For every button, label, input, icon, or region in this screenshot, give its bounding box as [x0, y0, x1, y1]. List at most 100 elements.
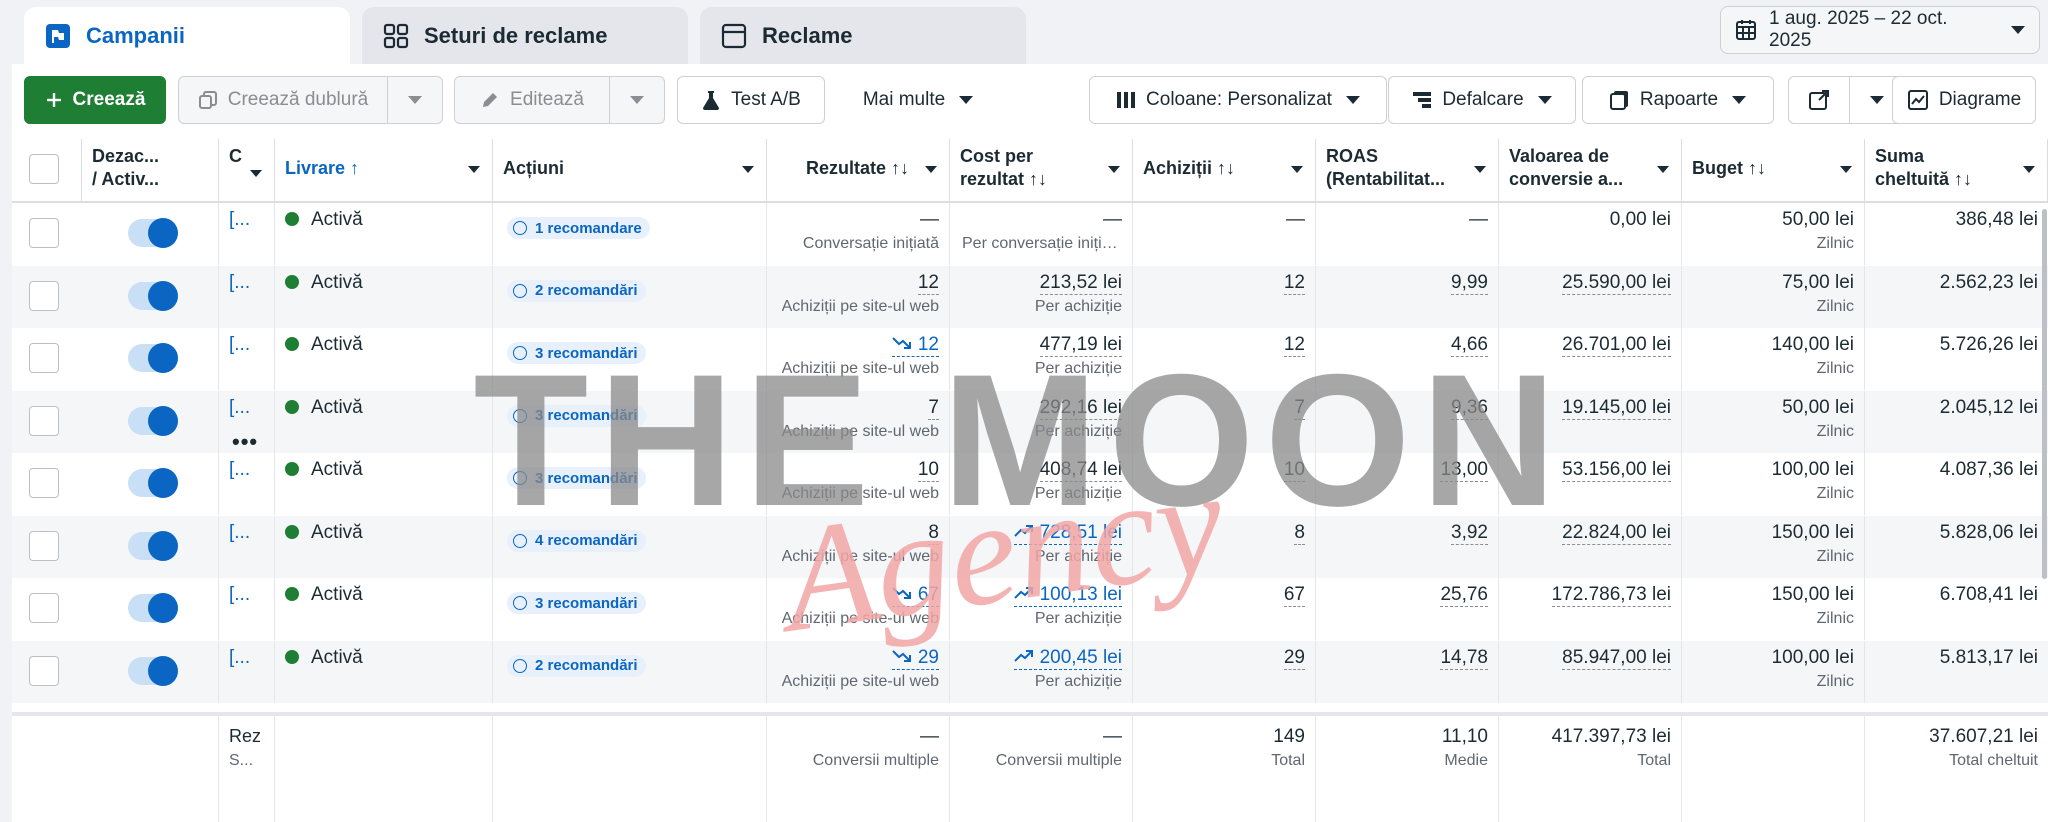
roas-value[interactable]: — — [1469, 209, 1488, 231]
conversion-value[interactable]: 26.701,00 lei — [1562, 334, 1671, 357]
purchases-value[interactable]: 8 — [1294, 522, 1305, 545]
columns-button[interactable]: Coloane: Personalizat — [1089, 76, 1387, 124]
cost-per-result-value[interactable]: 408,74 lei — [1039, 459, 1122, 482]
roas-value[interactable]: 13,00 — [1440, 459, 1488, 482]
row-checkbox[interactable] — [29, 405, 59, 436]
table-row[interactable]: [... Activă 1 recomandare — Conversație iniț… — [12, 203, 2048, 265]
recommendations-badge[interactable]: 3 recomandări — [507, 342, 646, 364]
campaign-toggle[interactable] — [128, 343, 178, 373]
results-value[interactable]: 8 — [928, 522, 939, 545]
table-row[interactable]: [... Activă 3 recomandări 7 Achiziții pe sit… — [12, 390, 2048, 453]
vertical-scrollbar[interactable] — [2042, 209, 2047, 579]
campaign-name-link[interactable]: [... — [229, 209, 250, 231]
budget-value[interactable]: 75,00 lei — [1782, 272, 1854, 294]
recommendations-badge[interactable]: 3 recomandări — [507, 467, 646, 489]
cost-per-result-value[interactable]: — — [1103, 209, 1122, 231]
campaign-toggle[interactable] — [128, 280, 178, 311]
recommendations-badge[interactable]: 1 recomandare — [507, 217, 650, 239]
header-results[interactable]: Rezultate ↑↓ — [767, 139, 950, 201]
conversion-value[interactable]: 0,00 lei — [1610, 209, 1671, 231]
row-options-ellipsis-icon[interactable]: ••• — [232, 429, 258, 455]
recommendations-badge[interactable]: 2 recomandări — [507, 654, 646, 677]
header-roas[interactable]: ROAS (Rentabilitat... — [1316, 139, 1499, 201]
cost-per-result-value[interactable]: 200,45 lei — [1013, 647, 1122, 670]
purchases-value[interactable]: — — [1286, 209, 1305, 231]
results-value[interactable]: — — [920, 209, 939, 231]
campaign-name-link[interactable]: [... — [229, 397, 250, 419]
charts-button[interactable]: Diagrame — [1892, 76, 2036, 124]
duplicate-dropdown-button[interactable] — [387, 76, 443, 124]
budget-value[interactable]: 50,00 lei — [1782, 397, 1854, 419]
tab-ads[interactable]: Reclame — [700, 7, 1026, 65]
reports-button[interactable]: Rapoarte — [1582, 76, 1774, 124]
campaign-toggle[interactable] — [128, 593, 178, 623]
campaign-toggle[interactable] — [128, 218, 178, 248]
campaign-toggle[interactable] — [128, 405, 178, 436]
budget-value[interactable]: 150,00 lei — [1772, 584, 1854, 606]
results-value[interactable]: 10 — [917, 459, 939, 482]
recommendations-badge[interactable]: 3 recomandări — [507, 404, 646, 427]
header-budget[interactable]: Buget ↑↓ — [1682, 139, 1865, 201]
row-checkbox[interactable] — [29, 530, 59, 561]
conversion-value[interactable]: 53.156,00 lei — [1562, 459, 1671, 482]
results-value[interactable]: 12 — [917, 272, 939, 295]
purchases-value[interactable]: 29 — [1283, 647, 1305, 670]
roas-value[interactable]: 4,66 — [1451, 334, 1488, 357]
tab-campaigns[interactable]: Campanii — [24, 7, 350, 65]
table-row[interactable]: [... Activă 2 recomandări 29 Achiziții pe si… — [12, 640, 2048, 703]
cost-per-result-value[interactable]: 728,51 lei — [1013, 522, 1122, 545]
results-value[interactable]: 12 — [891, 334, 939, 357]
results-value[interactable]: 67 — [891, 584, 939, 607]
campaign-name-link[interactable]: [... — [229, 459, 250, 481]
budget-value[interactable]: 100,00 lei — [1772, 459, 1854, 481]
recommendations-badge[interactable]: 4 recomandări — [507, 529, 646, 552]
edit-dropdown-button[interactable] — [609, 76, 665, 124]
budget-value[interactable]: 140,00 lei — [1772, 334, 1854, 356]
cost-per-result-value[interactable]: 213,52 lei — [1039, 272, 1122, 295]
table-row[interactable]: [... Activă 3 recomandări 67 Achiziții pe si… — [12, 578, 2048, 640]
conversion-value[interactable]: 22.824,00 lei — [1562, 522, 1671, 545]
conversion-value[interactable]: 85.947,00 lei — [1562, 647, 1671, 670]
row-checkbox[interactable] — [29, 593, 59, 623]
breakdown-button[interactable]: Defalcare — [1388, 76, 1576, 124]
duplicate-button[interactable]: Creează dublură — [178, 76, 388, 124]
row-checkbox[interactable] — [29, 655, 59, 686]
conversion-value[interactable]: 25.590,00 lei — [1562, 272, 1671, 295]
row-checkbox[interactable] — [29, 343, 59, 373]
date-range-picker[interactable]: 1 aug. 2025 – 22 oct. 2025 — [1720, 6, 2040, 54]
recommendations-badge[interactable]: 2 recomandări — [507, 279, 646, 302]
header-toggle[interactable]: Dezac... / Activ... — [82, 139, 219, 201]
row-checkbox[interactable] — [29, 280, 59, 311]
row-checkbox[interactable] — [29, 218, 59, 248]
campaign-name-link[interactable]: [... — [229, 334, 250, 356]
header-purchases[interactable]: Achiziții ↑↓ — [1133, 139, 1316, 201]
roas-value[interactable]: 25,76 — [1440, 584, 1488, 607]
campaign-toggle[interactable] — [128, 655, 178, 686]
ab-test-button[interactable]: Test A/B — [677, 76, 825, 124]
table-row[interactable]: [... Activă 4 recomandări 8 Achiziții pe sit… — [12, 515, 2048, 578]
edit-button[interactable]: Editează — [454, 76, 610, 124]
purchases-value[interactable]: 12 — [1283, 334, 1305, 357]
results-value[interactable]: 7 — [928, 397, 939, 420]
header-conversion-value[interactable]: Valoarea de conversie a... — [1499, 139, 1682, 201]
recommendations-badge[interactable]: 3 recomandări — [507, 592, 646, 614]
purchases-value[interactable]: 67 — [1283, 584, 1305, 607]
header-name[interactable]: C — [219, 139, 275, 201]
campaign-name-link[interactable]: [... — [229, 522, 250, 544]
budget-value[interactable]: 100,00 lei — [1772, 647, 1854, 669]
campaign-name-link[interactable]: [... — [229, 272, 250, 294]
campaign-name-link[interactable]: [... — [229, 647, 250, 669]
purchases-value[interactable]: 12 — [1283, 272, 1305, 295]
table-row[interactable]: [... Activă 2 recomandări 12 Achiziții pe si… — [12, 265, 2048, 328]
cost-per-result-value[interactable]: 292,16 lei — [1039, 397, 1122, 420]
roas-value[interactable]: 14,78 — [1440, 647, 1488, 670]
header-delivery[interactable]: Livrare ↑ — [275, 139, 493, 201]
results-value[interactable]: 29 — [891, 647, 939, 670]
roas-value[interactable]: 3,92 — [1451, 522, 1488, 545]
table-row[interactable]: [... Activă 3 recomandări 10 Achiziții pe si… — [12, 453, 2048, 515]
campaign-toggle[interactable] — [128, 530, 178, 561]
cost-per-result-value[interactable]: 477,19 lei — [1039, 334, 1122, 357]
roas-value[interactable]: 9,99 — [1451, 272, 1488, 295]
purchases-value[interactable]: 7 — [1294, 397, 1305, 420]
conversion-value[interactable]: 172.786,73 lei — [1551, 584, 1671, 607]
